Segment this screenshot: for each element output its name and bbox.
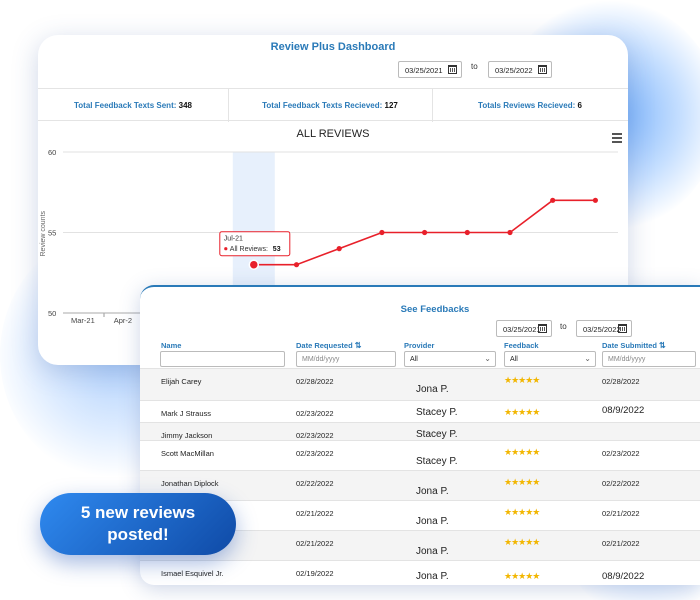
table-row[interactable]: Mark J Strauss 02/23/2022 Stacey P. ★★★★★ 08… (140, 400, 700, 422)
to-label: to (560, 322, 567, 331)
x-tick-label: Mar-21 (71, 316, 95, 325)
row-date-submitted: 02/22/2022 (602, 479, 640, 488)
data-point[interactable] (592, 197, 599, 203)
table-row[interactable]: Ismael Esquivel Jr. 02/19/2022 Jona P. ★★★★… (140, 560, 700, 585)
column-header-name[interactable]: Name (161, 341, 181, 350)
date-from-value: 03/25/2021 (503, 325, 541, 334)
column-header-date-requested[interactable]: Date Requested ⇅ (296, 341, 361, 350)
date-requested-filter-input[interactable]: MM/dd/yyyy (296, 351, 396, 367)
data-point[interactable] (379, 229, 385, 236)
column-header-date-submitted[interactable]: Date Submitted ⇅ (602, 341, 666, 350)
y-tick-label: 60 (48, 148, 56, 157)
table-row[interactable]: Scott MacMillan 02/23/2022 Stacey P. ★★★★★ 0… (140, 440, 700, 470)
row-provider: Jona P. (416, 516, 449, 527)
table-row[interactable]: Elijah Carey 02/28/2022 Jona P. ★★★★★ 02/28/… (140, 368, 700, 400)
calendar-icon[interactable] (618, 324, 627, 333)
row-provider: Jona P. (416, 546, 449, 557)
row-date-submitted: 02/21/2022 (602, 539, 640, 548)
row-name: Mark J Strauss (161, 409, 212, 418)
rating-stars: ★★★★★ (504, 537, 540, 547)
row-date-requested: 02/23/2022 (296, 449, 334, 458)
chevron-down-icon: ⌄ (484, 354, 491, 363)
rating-stars: ★★★★★ (504, 407, 540, 417)
rating-stars: ★★★★★ (504, 507, 540, 517)
row-date-requested: 02/22/2022 (296, 479, 334, 488)
provider-filter-value: All (410, 356, 418, 363)
y-axis-label: Review counts (40, 210, 47, 256)
table-row[interactable]: Jonathan Diplock 02/22/2022 Jona P. ★★★★★ 02… (140, 470, 700, 500)
data-point[interactable] (248, 259, 260, 270)
new-reviews-line1: 5 new reviews (80, 503, 196, 522)
row-date-requested: 02/28/2022 (296, 377, 334, 386)
row-name: Jonathan Diplock (161, 479, 219, 488)
tooltip-series: All Reviews: (230, 246, 268, 253)
row-provider: Stacey P. (416, 429, 458, 440)
x-tick-label: Apr-2 (114, 316, 132, 325)
tooltip-bullet (224, 247, 228, 251)
row-date-submitted: 02/21/2022 (602, 509, 640, 518)
date-to-value: 03/25/2022 (583, 325, 621, 334)
rating-stars: ★★★★★ (504, 447, 540, 457)
rating-stars: ★★★★★ (504, 477, 540, 487)
row-name: Jimmy Jackson (161, 431, 213, 440)
name-filter-input[interactable] (160, 351, 285, 367)
row-provider: Stacey P. (416, 407, 458, 418)
chevron-down-icon: ⌄ (584, 354, 591, 363)
new-reviews-line2: posted! (107, 525, 169, 544)
new-reviews-text: 5 new reviews posted! (40, 502, 236, 546)
column-header-feedback[interactable]: Feedback (504, 341, 539, 350)
data-point[interactable] (422, 229, 428, 236)
row-provider: Stacey P. (416, 456, 458, 467)
feedback-filter-select[interactable]: All ⌄ (504, 351, 596, 367)
row-provider: Jona P. (416, 384, 449, 395)
row-name: Scott MacMillan (161, 449, 214, 458)
data-point[interactable] (336, 246, 342, 252)
sort-icon[interactable]: ⇅ (355, 341, 362, 350)
row-date-submitted: 08/9/2022 (602, 571, 645, 582)
tooltip-value: 53 (273, 246, 281, 253)
calendar-icon[interactable] (538, 324, 547, 333)
rating-stars: ★★★★★ (504, 375, 540, 385)
row-date-requested: 02/21/2022 (296, 509, 334, 518)
row-name: Elijah Carey (161, 377, 202, 386)
row-date-submitted: 08/9/2022 (602, 405, 645, 416)
column-header-label: Date Requested (296, 341, 353, 350)
row-date-requested: 02/23/2022 (296, 409, 334, 418)
feedback-filter-value: All (510, 356, 518, 363)
y-tick-label: 55 (48, 229, 56, 238)
stage: Review Plus Dashboard 03/25/2021 to 03/2… (0, 0, 700, 600)
table-row[interactable]: Jimmy Jackson 02/23/2022 Stacey P. (140, 422, 700, 440)
row-date-submitted: 02/28/2022 (602, 377, 640, 386)
feedback-date-from-input[interactable]: 03/25/2021 (496, 320, 552, 337)
column-header-provider[interactable]: Provider (404, 341, 434, 350)
data-point[interactable] (550, 197, 556, 203)
row-provider: Jona P. (416, 571, 449, 582)
data-point[interactable] (507, 229, 513, 236)
feedbacks-title[interactable]: See Feedbacks (140, 304, 700, 315)
column-header-label: Date Submitted (602, 341, 658, 350)
tooltip-title: Jul-21 (224, 236, 243, 243)
sort-icon[interactable]: ⇅ (659, 341, 666, 350)
y-tick-label: 50 (48, 309, 56, 318)
feedback-date-to-input[interactable]: 03/25/2022 (576, 320, 632, 337)
date-submitted-filter-input[interactable]: MM/dd/yyyy (602, 351, 696, 367)
row-date-requested: 02/19/2022 (296, 569, 334, 578)
rating-stars: ★★★★★ (504, 571, 540, 581)
row-date-requested: 02/23/2022 (296, 431, 334, 440)
row-date-submitted: 02/23/2022 (602, 449, 640, 458)
row-provider: Jona P. (416, 486, 449, 497)
provider-filter-select[interactable]: All ⌄ (404, 351, 496, 367)
new-reviews-badge: 5 new reviews posted! (40, 493, 236, 555)
data-point[interactable] (293, 262, 300, 268)
row-name: Ismael Esquivel Jr. (161, 569, 224, 578)
data-point[interactable] (464, 229, 470, 236)
row-date-requested: 02/21/2022 (296, 539, 334, 548)
